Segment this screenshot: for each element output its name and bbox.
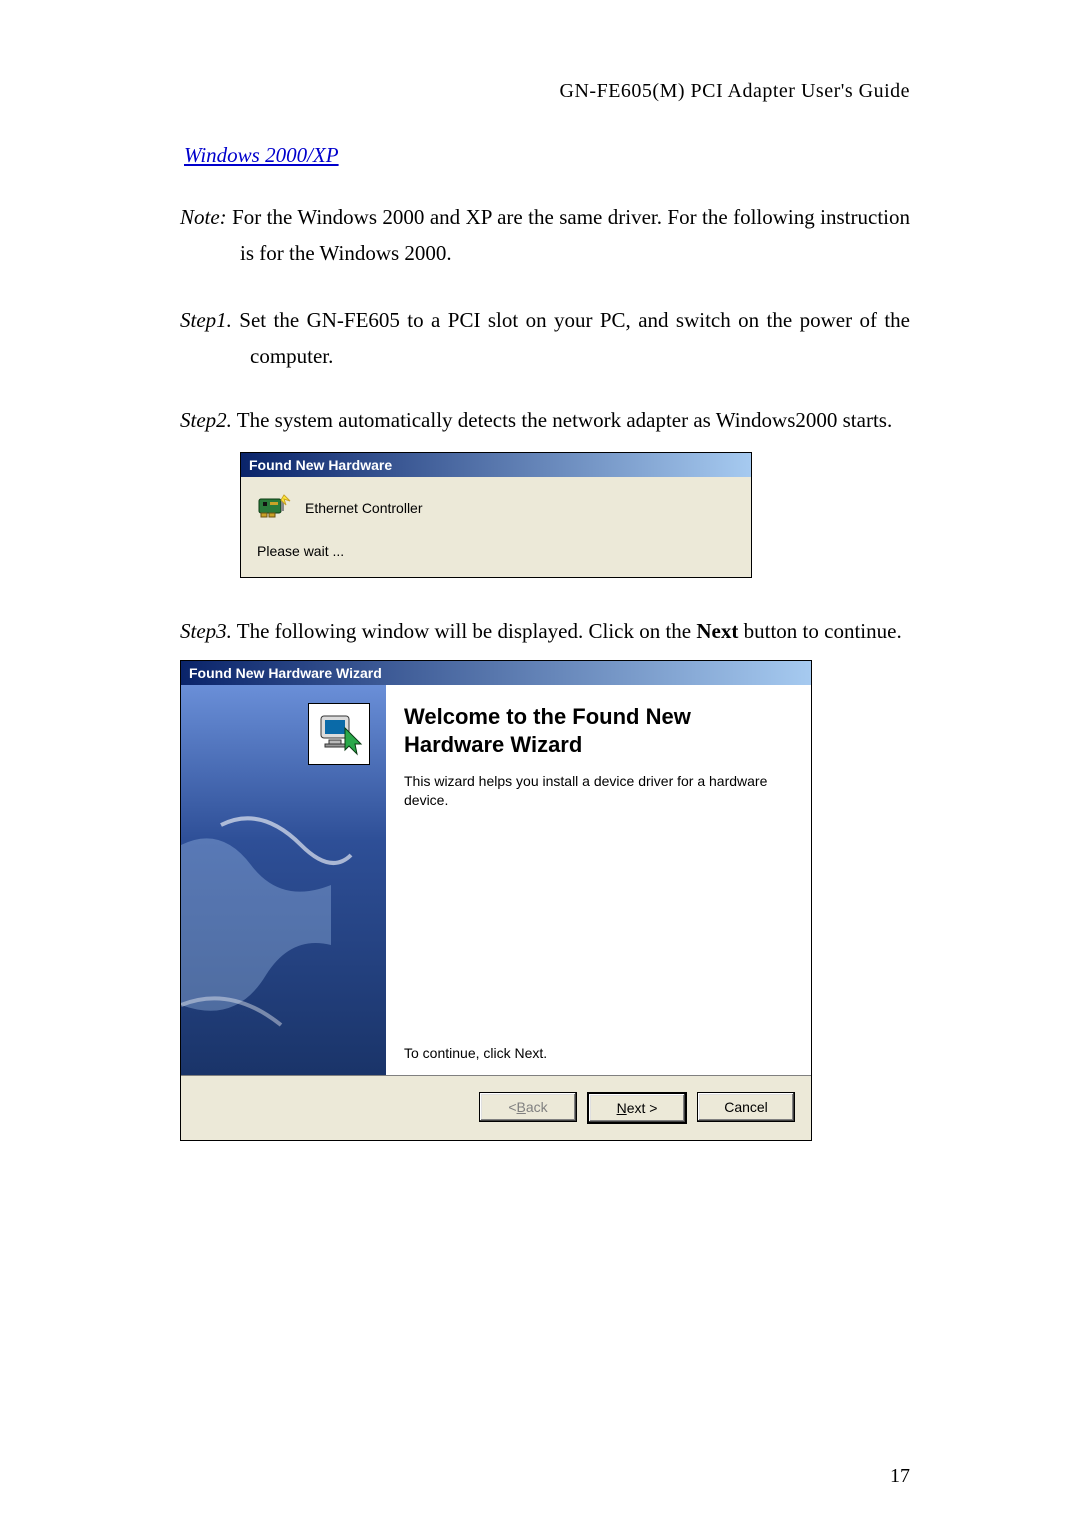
section-link: Windows 2000/XP <box>184 143 339 167</box>
next-rest: ext > <box>627 1100 658 1116</box>
next-underline: N <box>617 1100 627 1116</box>
hardware-wizard-dialog: Found New Hardware Wizard <box>180 660 812 1141</box>
step2-label: Step2. <box>180 408 232 432</box>
page-number: 17 <box>890 1465 910 1488</box>
step3-label: Step3. <box>180 619 232 643</box>
cancel-button[interactable]: Cancel <box>697 1092 795 1122</box>
back-button: < Back <box>479 1092 577 1122</box>
dialog-title: Found New Hardware <box>241 453 751 477</box>
cancel-label: Cancel <box>724 1099 768 1115</box>
wizard-continue-text: To continue, click Next. <box>404 1044 793 1063</box>
wizard-title: Found New Hardware Wizard <box>181 661 811 685</box>
step1: Step1. Set the GN-FE605 to a PCI slot on… <box>180 303 910 374</box>
wizard-button-row: < Back Next > Cancel <box>181 1076 811 1140</box>
wizard-sidebar <box>181 685 386 1075</box>
step3: Step3. The following window will be disp… <box>180 614 910 650</box>
next-button[interactable]: Next > <box>587 1092 687 1124</box>
wizard-heading: Welcome to the Found New Hardware Wizard <box>404 703 793 758</box>
please-wait-text: Please wait ... <box>253 535 739 569</box>
back-rest: ack <box>526 1099 548 1115</box>
device-name: Ethernet Controller <box>305 500 423 516</box>
step2: Step2. The system automatically detects … <box>180 403 910 439</box>
step2-text: The system automatically detects the net… <box>232 408 892 432</box>
found-new-hardware-dialog: Found New Hardware Et <box>240 452 752 578</box>
step1-text: Set the GN-FE605 to a PCI slot on your P… <box>232 308 910 368</box>
step1-label: Step1. <box>180 308 232 332</box>
back-underline: B <box>517 1099 526 1115</box>
step3-text-a: The following window will be displayed. … <box>232 619 696 643</box>
hardware-card-icon <box>257 493 291 523</box>
step3-text-b: button to continue. <box>738 619 901 643</box>
step3-bold: Next <box>696 619 738 643</box>
note-label: Note: <box>180 205 227 229</box>
wizard-body-text: This wizard helps you install a device d… <box>404 772 793 810</box>
note-text: For the Windows 2000 and XP are the same… <box>227 205 910 265</box>
note-paragraph: Note: For the Windows 2000 and XP are th… <box>180 200 910 271</box>
doc-header: GN-FE605(M) PCI Adapter User's Guide <box>180 80 910 103</box>
section-title: Windows 2000/XP <box>180 143 910 168</box>
back-prefix: < <box>508 1099 516 1115</box>
